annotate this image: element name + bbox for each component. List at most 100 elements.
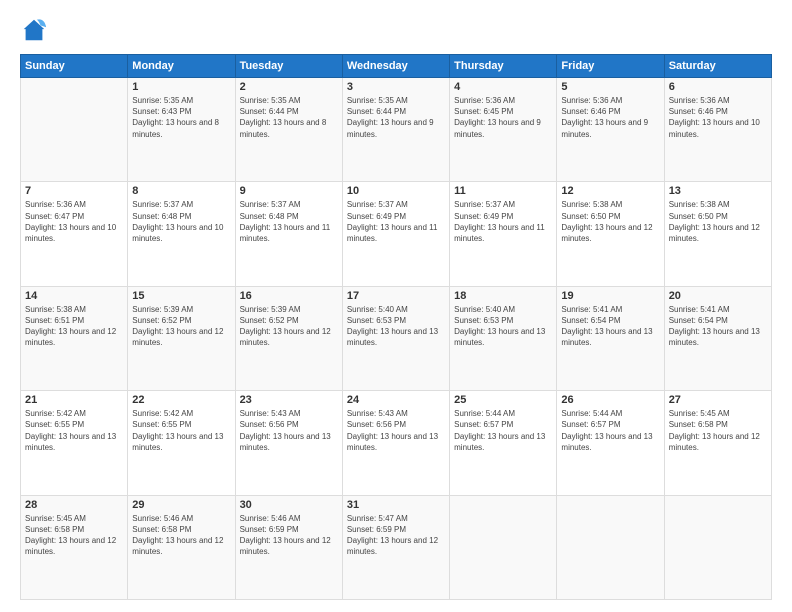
day-info: Sunrise: 5:45 AMSunset: 6:58 PMDaylight:…	[25, 513, 123, 558]
calendar-cell	[557, 495, 664, 599]
day-number: 6	[669, 81, 767, 93]
calendar-cell: 17 Sunrise: 5:40 AMSunset: 6:53 PMDayligh…	[342, 286, 449, 390]
day-number: 17	[347, 290, 445, 302]
day-info: Sunrise: 5:38 AMSunset: 6:51 PMDaylight:…	[25, 304, 123, 349]
weekday-header-row: SundayMondayTuesdayWednesdayThursdayFrid…	[21, 55, 772, 78]
day-info: Sunrise: 5:38 AMSunset: 6:50 PMDaylight:…	[561, 199, 659, 244]
calendar-cell: 11 Sunrise: 5:37 AMSunset: 6:49 PMDayligh…	[450, 182, 557, 286]
calendar-table: SundayMondayTuesdayWednesdayThursdayFrid…	[20, 54, 772, 600]
calendar-week-row: 1 Sunrise: 5:35 AMSunset: 6:43 PMDaylight…	[21, 78, 772, 182]
calendar-cell: 28Sunrise: 5:45 AMSunset: 6:58 PMDayligh…	[21, 495, 128, 599]
calendar-cell: 24 Sunrise: 5:43 AMSunset: 6:56 PMDayligh…	[342, 391, 449, 495]
logo-icon	[20, 16, 48, 44]
day-number: 7	[25, 185, 123, 197]
calendar-cell: 27 Sunrise: 5:45 AMSunset: 6:58 PMDayligh…	[664, 391, 771, 495]
day-number: 22	[132, 394, 230, 406]
page: SundayMondayTuesdayWednesdayThursdayFrid…	[0, 0, 792, 612]
day-info: Sunrise: 5:47 AMSunset: 6:59 PMDaylight:…	[347, 513, 445, 558]
weekday-header-friday: Friday	[557, 55, 664, 78]
day-info: Sunrise: 5:46 AMSunset: 6:58 PMDaylight:…	[132, 513, 230, 558]
calendar-cell: 1 Sunrise: 5:35 AMSunset: 6:43 PMDaylight…	[128, 78, 235, 182]
day-number: 27	[669, 394, 767, 406]
calendar-week-row: 7Sunrise: 5:36 AMSunset: 6:47 PMDaylight…	[21, 182, 772, 286]
day-number: 2	[240, 81, 338, 93]
day-info: Sunrise: 5:44 AMSunset: 6:57 PMDaylight:…	[454, 408, 552, 453]
day-info: Sunrise: 5:37 AMSunset: 6:49 PMDaylight:…	[347, 199, 445, 244]
day-info: Sunrise: 5:43 AMSunset: 6:56 PMDaylight:…	[347, 408, 445, 453]
calendar-cell: 30Sunrise: 5:46 AMSunset: 6:59 PMDayligh…	[235, 495, 342, 599]
calendar-cell: 10 Sunrise: 5:37 AMSunset: 6:49 PMDayligh…	[342, 182, 449, 286]
weekday-header-monday: Monday	[128, 55, 235, 78]
day-info: Sunrise: 5:37 AMSunset: 6:49 PMDaylight:…	[454, 199, 552, 244]
calendar-cell: 7Sunrise: 5:36 AMSunset: 6:47 PMDaylight…	[21, 182, 128, 286]
calendar-body: 1 Sunrise: 5:35 AMSunset: 6:43 PMDaylight…	[21, 78, 772, 600]
calendar-week-row: 14 Sunrise: 5:38 AMSunset: 6:51 PMDayligh…	[21, 286, 772, 390]
day-number: 23	[240, 394, 338, 406]
day-number: 8	[132, 185, 230, 197]
weekday-header-tuesday: Tuesday	[235, 55, 342, 78]
calendar-cell: 13 Sunrise: 5:38 AMSunset: 6:50 PMDayligh…	[664, 182, 771, 286]
day-info: Sunrise: 5:41 AMSunset: 6:54 PMDaylight:…	[561, 304, 659, 349]
day-number: 13	[669, 185, 767, 197]
day-number: 1	[132, 81, 230, 93]
calendar-cell	[450, 495, 557, 599]
calendar-cell: 20Sunrise: 5:41 AMSunset: 6:54 PMDayligh…	[664, 286, 771, 390]
calendar-cell	[664, 495, 771, 599]
day-number: 16	[240, 290, 338, 302]
day-info: Sunrise: 5:37 AMSunset: 6:48 PMDaylight:…	[132, 199, 230, 244]
day-number: 5	[561, 81, 659, 93]
calendar-cell: 14 Sunrise: 5:38 AMSunset: 6:51 PMDayligh…	[21, 286, 128, 390]
calendar-cell: 29 Sunrise: 5:46 AMSunset: 6:58 PMDayligh…	[128, 495, 235, 599]
day-info: Sunrise: 5:40 AMSunset: 6:53 PMDaylight:…	[347, 304, 445, 349]
calendar-cell: 9 Sunrise: 5:37 AMSunset: 6:48 PMDaylight…	[235, 182, 342, 286]
calendar-cell: 4Sunrise: 5:36 AMSunset: 6:45 PMDaylight…	[450, 78, 557, 182]
calendar-cell: 2 Sunrise: 5:35 AMSunset: 6:44 PMDaylight…	[235, 78, 342, 182]
day-number: 19	[561, 290, 659, 302]
calendar-cell	[21, 78, 128, 182]
calendar-cell: 16 Sunrise: 5:39 AMSunset: 6:52 PMDayligh…	[235, 286, 342, 390]
day-info: Sunrise: 5:42 AMSunset: 6:55 PMDaylight:…	[25, 408, 123, 453]
day-number: 15	[132, 290, 230, 302]
day-number: 9	[240, 185, 338, 197]
calendar-cell: 3Sunrise: 5:35 AMSunset: 6:44 PMDaylight…	[342, 78, 449, 182]
day-number: 10	[347, 185, 445, 197]
calendar-cell: 21 Sunrise: 5:42 AMSunset: 6:55 PMDayligh…	[21, 391, 128, 495]
day-number: 25	[454, 394, 552, 406]
day-info: Sunrise: 5:35 AMSunset: 6:43 PMDaylight:…	[132, 95, 230, 140]
day-info: Sunrise: 5:39 AMSunset: 6:52 PMDaylight:…	[240, 304, 338, 349]
calendar-cell: 19 Sunrise: 5:41 AMSunset: 6:54 PMDayligh…	[557, 286, 664, 390]
day-number: 24	[347, 394, 445, 406]
calendar-cell: 5 Sunrise: 5:36 AMSunset: 6:46 PMDaylight…	[557, 78, 664, 182]
day-info: Sunrise: 5:38 AMSunset: 6:50 PMDaylight:…	[669, 199, 767, 244]
day-info: Sunrise: 5:37 AMSunset: 6:48 PMDaylight:…	[240, 199, 338, 244]
day-number: 20	[669, 290, 767, 302]
logo	[20, 16, 52, 44]
day-info: Sunrise: 5:39 AMSunset: 6:52 PMDaylight:…	[132, 304, 230, 349]
calendar-cell: 12Sunrise: 5:38 AMSunset: 6:50 PMDayligh…	[557, 182, 664, 286]
day-info: Sunrise: 5:43 AMSunset: 6:56 PMDaylight:…	[240, 408, 338, 453]
day-info: Sunrise: 5:42 AMSunset: 6:55 PMDaylight:…	[132, 408, 230, 453]
day-info: Sunrise: 5:36 AMSunset: 6:46 PMDaylight:…	[561, 95, 659, 140]
day-info: Sunrise: 5:35 AMSunset: 6:44 PMDaylight:…	[347, 95, 445, 140]
calendar-cell: 26 Sunrise: 5:44 AMSunset: 6:57 PMDayligh…	[557, 391, 664, 495]
day-info: Sunrise: 5:45 AMSunset: 6:58 PMDaylight:…	[669, 408, 767, 453]
day-number: 29	[132, 499, 230, 511]
weekday-header-wednesday: Wednesday	[342, 55, 449, 78]
weekday-header-sunday: Sunday	[21, 55, 128, 78]
day-info: Sunrise: 5:44 AMSunset: 6:57 PMDaylight:…	[561, 408, 659, 453]
day-number: 14	[25, 290, 123, 302]
day-number: 21	[25, 394, 123, 406]
header	[20, 16, 772, 44]
calendar-cell: 6Sunrise: 5:36 AMSunset: 6:46 PMDaylight…	[664, 78, 771, 182]
day-number: 26	[561, 394, 659, 406]
calendar-cell: 31Sunrise: 5:47 AMSunset: 6:59 PMDayligh…	[342, 495, 449, 599]
calendar-cell: 23 Sunrise: 5:43 AMSunset: 6:56 PMDayligh…	[235, 391, 342, 495]
day-number: 18	[454, 290, 552, 302]
day-number: 11	[454, 185, 552, 197]
weekday-header-thursday: Thursday	[450, 55, 557, 78]
day-info: Sunrise: 5:46 AMSunset: 6:59 PMDaylight:…	[240, 513, 338, 558]
day-info: Sunrise: 5:35 AMSunset: 6:44 PMDaylight:…	[240, 95, 338, 140]
calendar-cell: 18Sunrise: 5:40 AMSunset: 6:53 PMDayligh…	[450, 286, 557, 390]
day-info: Sunrise: 5:36 AMSunset: 6:45 PMDaylight:…	[454, 95, 552, 140]
calendar-week-row: 28Sunrise: 5:45 AMSunset: 6:58 PMDayligh…	[21, 495, 772, 599]
